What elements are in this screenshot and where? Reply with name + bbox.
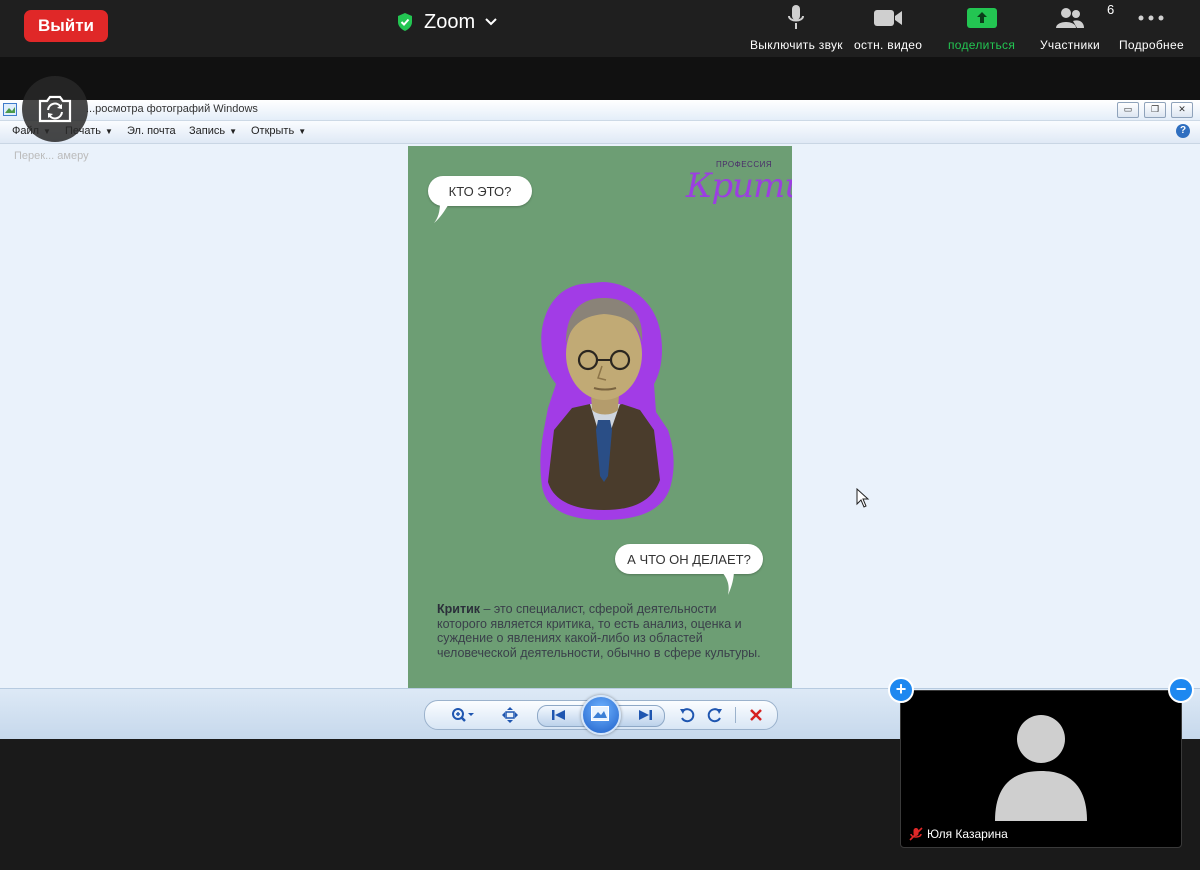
menu-open[interactable]: Открыть ▼	[251, 125, 306, 137]
toolbar-divider	[735, 707, 736, 723]
menu-bar: Файл▼ Печать▼ Эл. почта Запись▼ Открыть▼…	[0, 121, 1200, 144]
video-label: остн. видео	[854, 38, 923, 52]
mute-button[interactable]: Выключить звук	[750, 4, 843, 52]
more-label: Подробнее	[1119, 38, 1184, 52]
delete-x-icon	[750, 709, 762, 721]
critic-portrait-illustration	[540, 282, 674, 520]
skip-forward-icon	[639, 710, 652, 720]
microphone-icon	[788, 5, 805, 29]
window-title-bar: ...росмотра фотографий Windows ▭ ❐ ✕	[0, 100, 1200, 121]
rotate-left-button[interactable]	[677, 705, 697, 725]
fit-window-icon	[502, 707, 518, 723]
poster-image: ПРОФЕССИЯ Критик КТО ЭТО? А ЧТО ОН ДЕЛАЕ…	[408, 146, 792, 688]
magnifier-icon	[452, 708, 474, 722]
description-term: Критик	[437, 602, 481, 616]
share-button[interactable]: поделиться	[948, 4, 1015, 52]
description-body: – это специалист, сферой деятельности ко…	[437, 602, 761, 660]
participant-name: Юля Казарина	[927, 827, 1008, 841]
share-arrow-icon	[966, 8, 997, 28]
menu-arrow-icon: ▼	[105, 126, 113, 136]
camera-switch-icon	[38, 95, 72, 123]
slideshow-icon	[591, 706, 609, 721]
menu-arrow-icon: ▼	[298, 126, 307, 136]
actual-size-button[interactable]	[499, 705, 521, 725]
switch-camera-button[interactable]	[22, 76, 88, 142]
zoom-top-bar: Выйти Zoom Выключить звук остн. видео по…	[0, 0, 1200, 57]
switch-camera-label: Перек... амеру	[14, 150, 89, 162]
zoom-button[interactable]	[449, 705, 477, 725]
participants-label: Участники	[1040, 38, 1101, 52]
delete-button[interactable]	[745, 705, 767, 725]
participants-icon	[1056, 8, 1085, 28]
minimize-button[interactable]: ▭	[1117, 102, 1139, 118]
menu-email[interactable]: Эл. почта	[127, 125, 176, 137]
participant-name-label: Юля Казарина	[909, 827, 1008, 841]
window-title: ...росмотра фотографий Windows	[86, 103, 258, 115]
participant-video-tile[interactable]: Юля Казарина	[900, 690, 1182, 848]
bubble-tail-icon	[720, 570, 734, 595]
more-dots-icon	[1138, 15, 1164, 21]
description-text: Критик – это специалист, сферой деятельн…	[437, 602, 767, 660]
mouse-cursor-icon	[856, 488, 870, 508]
rotate-ccw-icon	[680, 708, 695, 723]
maximize-button[interactable]: ❐	[1144, 102, 1166, 118]
bubble-tail-icon	[434, 202, 450, 223]
question-bubble-2-text: А ЧТО ОН ДЕЛАЕТ?	[627, 551, 751, 567]
more-button[interactable]: Подробнее	[1119, 4, 1184, 52]
participants-count: 6	[1107, 2, 1115, 17]
minimize-tile-button[interactable]: −	[1168, 677, 1194, 703]
meeting-title-text: Zoom	[424, 10, 476, 33]
participants-button[interactable]: 6 Участники	[1040, 2, 1114, 52]
chevron-down-icon	[485, 18, 497, 26]
skip-back-icon	[552, 710, 565, 720]
avatar-placeholder-icon	[995, 715, 1087, 821]
help-button[interactable]: ?	[1176, 124, 1190, 138]
menu-arrow-icon: ▼	[229, 126, 238, 136]
share-label: поделиться	[948, 38, 1016, 52]
question-bubble-2: А ЧТО ОН ДЕЛАЕТ?	[615, 544, 763, 574]
meeting-title[interactable]: Zoom	[396, 8, 497, 36]
enlarge-tile-button[interactable]: +	[888, 677, 914, 703]
video-button[interactable]: остн. видео	[854, 4, 922, 52]
menu-burn[interactable]: Запись ▼	[189, 125, 237, 137]
photo-viewer-icon	[3, 103, 17, 116]
share-area-border	[0, 57, 1200, 100]
close-window-button[interactable]: ✕	[1171, 102, 1193, 118]
leave-button[interactable]: Выйти	[24, 10, 108, 42]
rotate-cw-icon	[707, 708, 722, 723]
next-button[interactable]	[635, 705, 655, 725]
question-bubble-1-text: КТО ЭТО?	[448, 183, 512, 199]
video-camera-icon	[874, 10, 903, 26]
slideshow-button[interactable]	[581, 695, 621, 735]
microphone-muted-icon	[909, 827, 923, 841]
rotate-right-button[interactable]	[705, 705, 725, 725]
poster-title: Критик	[686, 166, 792, 206]
previous-button[interactable]	[549, 705, 569, 725]
mute-label: Выключить звук	[750, 38, 843, 52]
shield-check-icon	[398, 13, 412, 31]
